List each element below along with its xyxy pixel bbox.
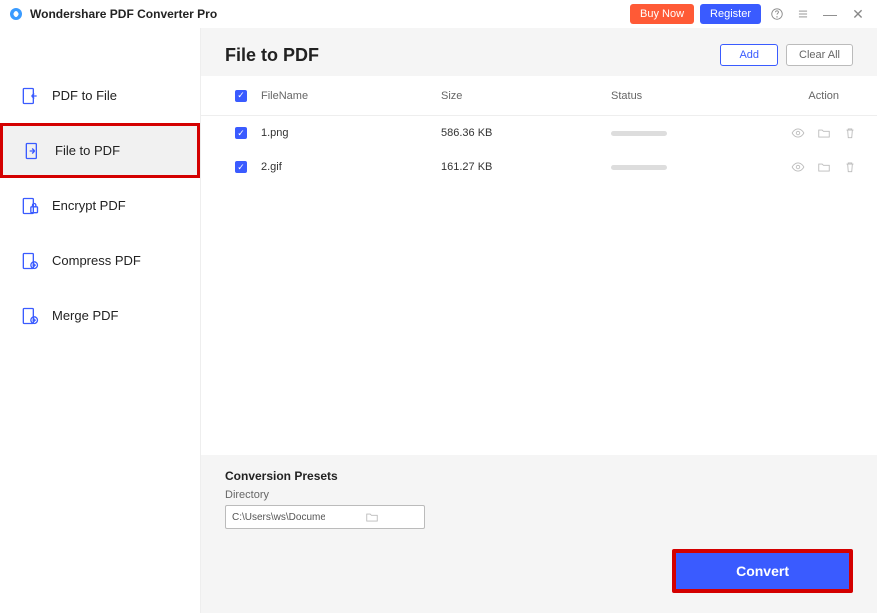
sidebar-item-file-to-pdf[interactable]: File to PDF (0, 123, 200, 178)
preview-icon[interactable] (791, 126, 805, 140)
delete-icon[interactable] (843, 126, 857, 140)
file-name: 1.png (261, 127, 441, 139)
page-title: File to PDF (225, 45, 319, 66)
app-logo-icon (8, 6, 24, 22)
close-button[interactable]: ✕ (847, 3, 869, 25)
sidebar-item-label: File to PDF (55, 143, 120, 158)
column-header-status: Status (611, 90, 791, 102)
folder-icon[interactable] (817, 126, 831, 140)
sidebar-item-encrypt-pdf[interactable]: Encrypt PDF (0, 178, 200, 233)
sidebar-item-label: PDF to File (52, 88, 117, 103)
file-table: FileName Size Status Action 1.png 586.36… (201, 76, 877, 455)
progress-bar (611, 131, 667, 136)
help-icon[interactable] (767, 4, 787, 24)
encrypt-pdf-icon (20, 196, 40, 216)
sidebar-item-label: Compress PDF (52, 253, 141, 268)
footer: Conversion Presets Directory C:\Users\ws… (201, 455, 877, 613)
directory-label: Directory (225, 489, 853, 501)
add-button[interactable]: Add (720, 44, 778, 66)
buy-now-button[interactable]: Buy Now (630, 4, 694, 24)
table-row: 1.png 586.36 KB (201, 116, 877, 150)
titlebar: Wondershare PDF Converter Pro Buy Now Re… (0, 0, 877, 28)
column-header-action: Action (791, 90, 857, 102)
directory-value: C:\Users\ws\Documents\PDFConvert (232, 512, 325, 523)
select-all-checkbox[interactable] (235, 90, 247, 102)
compress-pdf-icon (20, 251, 40, 271)
file-to-pdf-icon (23, 141, 43, 161)
table-row: 2.gif 161.27 KB (201, 150, 877, 184)
column-header-name: FileName (261, 90, 441, 102)
presets-title: Conversion Presets (225, 469, 853, 483)
file-size: 161.27 KB (441, 161, 611, 173)
delete-icon[interactable] (843, 160, 857, 174)
sidebar-item-merge-pdf[interactable]: Merge PDF (0, 288, 200, 343)
sidebar: PDF to File File to PDF Encrypt PDF Comp… (0, 28, 200, 613)
file-name: 2.gif (261, 161, 441, 173)
sidebar-item-label: Encrypt PDF (52, 198, 126, 213)
folder-icon[interactable] (817, 160, 831, 174)
register-button[interactable]: Register (700, 4, 761, 24)
convert-button[interactable]: Convert (672, 549, 853, 593)
file-size: 586.36 KB (441, 127, 611, 139)
directory-field[interactable]: C:\Users\ws\Documents\PDFConvert (225, 505, 425, 529)
sidebar-item-pdf-to-file[interactable]: PDF to File (0, 68, 200, 123)
sidebar-item-label: Merge PDF (52, 308, 118, 323)
content-area: File to PDF Add Clear All FileName Size … (200, 28, 877, 613)
preview-icon[interactable] (791, 160, 805, 174)
pdf-to-file-icon (20, 86, 40, 106)
row-checkbox[interactable] (235, 161, 247, 173)
progress-bar (611, 165, 667, 170)
minimize-button[interactable]: — (819, 3, 841, 25)
row-checkbox[interactable] (235, 127, 247, 139)
merge-pdf-icon (20, 306, 40, 326)
column-header-size: Size (441, 90, 611, 102)
sidebar-item-compress-pdf[interactable]: Compress PDF (0, 233, 200, 288)
table-header: FileName Size Status Action (201, 76, 877, 116)
app-title: Wondershare PDF Converter Pro (30, 7, 217, 21)
clear-all-button[interactable]: Clear All (786, 44, 853, 66)
menu-icon[interactable] (793, 4, 813, 24)
browse-folder-icon[interactable] (325, 510, 418, 524)
